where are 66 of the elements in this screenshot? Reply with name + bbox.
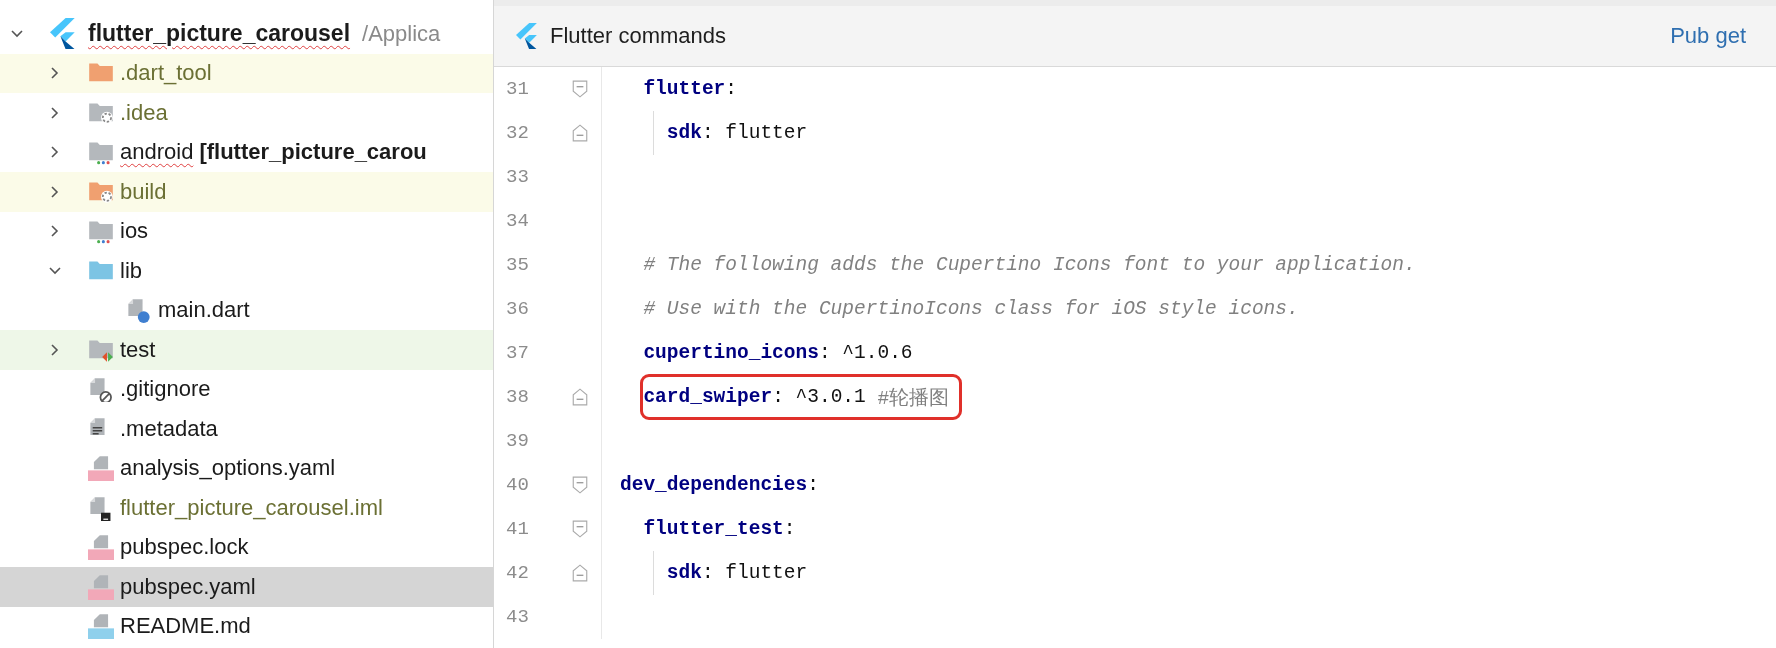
- tree-row[interactable]: .idea: [0, 93, 493, 133]
- line-number: 31: [505, 78, 530, 100]
- file-name: analysis_options.yaml: [120, 455, 336, 482]
- yaml-file-icon: [88, 573, 114, 600]
- file-name: test: [120, 336, 156, 363]
- ignore-file-icon: [88, 376, 114, 403]
- line-number: 41: [505, 518, 530, 540]
- tree-row[interactable]: pubspec.lock: [0, 527, 493, 567]
- file-name: lib: [120, 257, 142, 284]
- tree-row[interactable]: ios: [0, 211, 493, 251]
- file-name: flutter_picture_carousel.iml: [120, 494, 383, 521]
- project-path: /Applica: [362, 20, 441, 47]
- markdown-file-icon: [88, 613, 114, 640]
- file-name: ios: [120, 218, 149, 245]
- tree-row[interactable]: main.dart: [0, 290, 493, 330]
- line-number: 34: [505, 210, 530, 232]
- tree-row[interactable]: lib: [0, 251, 493, 291]
- line-number: 38: [505, 386, 530, 408]
- file-name: .dart_tool: [120, 60, 212, 87]
- file-name: .metadata: [120, 415, 218, 442]
- yaml-file-icon: [88, 534, 114, 561]
- flutter-logo-icon: [516, 22, 538, 50]
- code-line: sdk: flutter: [666, 121, 808, 146]
- line-number: 36: [505, 298, 530, 320]
- tree-row[interactable]: .dart_tool: [0, 53, 493, 93]
- line-number: 33: [505, 166, 530, 188]
- tree-row[interactable]: README.md: [0, 606, 493, 646]
- tree-row[interactable]: test: [0, 330, 493, 370]
- line-number: 43: [505, 606, 530, 628]
- file-name: .gitignore: [120, 376, 211, 403]
- file-name: README.md: [120, 613, 251, 640]
- yaml-file-icon: [88, 455, 114, 482]
- file-name: build: [120, 178, 167, 205]
- dart-file-icon: [126, 297, 152, 324]
- tree-row[interactable]: android [flutter_picture_carou: [0, 132, 493, 172]
- file-name: .idea: [120, 99, 168, 126]
- code-line: cupertino_icons: ^1.0.6: [643, 341, 913, 366]
- tree-row[interactable]: flutter_picture_carousel /Applica: [0, 14, 493, 54]
- tree-row[interactable]: .gitignore: [0, 369, 493, 409]
- file-name: pubspec.yaml: [120, 573, 256, 600]
- file-name: pubspec.lock: [120, 534, 249, 561]
- tree-row[interactable]: .metadata: [0, 409, 493, 449]
- code-line: sdk: flutter: [666, 561, 808, 586]
- file-name: android: [120, 139, 194, 166]
- line-number: 37: [505, 342, 530, 364]
- code-line: flutter:: [643, 77, 737, 102]
- line-number: 39: [505, 430, 530, 452]
- code-line: # Use with the CupertinoIcons class for iOS style icons.: [643, 297, 1299, 322]
- project-name: flutter_picture_carousel: [88, 20, 351, 48]
- line-number: 35: [505, 254, 530, 276]
- flutter-logo-icon: [50, 18, 76, 50]
- line-number: 42: [505, 562, 530, 584]
- pub-get-link[interactable]: Pub get: [1670, 23, 1746, 49]
- code-line: flutter_test:: [643, 517, 796, 542]
- tree-row[interactable]: build: [0, 172, 493, 212]
- banner-title: Flutter commands: [550, 23, 728, 49]
- tree-row[interactable]: flutter_picture_carousel.iml: [0, 488, 493, 528]
- line-number: 32: [505, 122, 530, 144]
- code-line: dev_dependencies:: [620, 473, 819, 498]
- tree-row[interactable]: analysis_options.yaml: [0, 448, 493, 488]
- code-line: card_swiper: ^3.0.1 #轮播图: [643, 377, 960, 417]
- tree-row[interactable]: pubspec.yaml: [0, 567, 493, 607]
- line-number: 40: [505, 474, 530, 496]
- file-name: main.dart: [158, 297, 250, 324]
- module-name: [flutter_picture_carou: [199, 139, 427, 166]
- code-line: # The following adds the Cupertino Icons font to your application.: [643, 253, 1416, 278]
